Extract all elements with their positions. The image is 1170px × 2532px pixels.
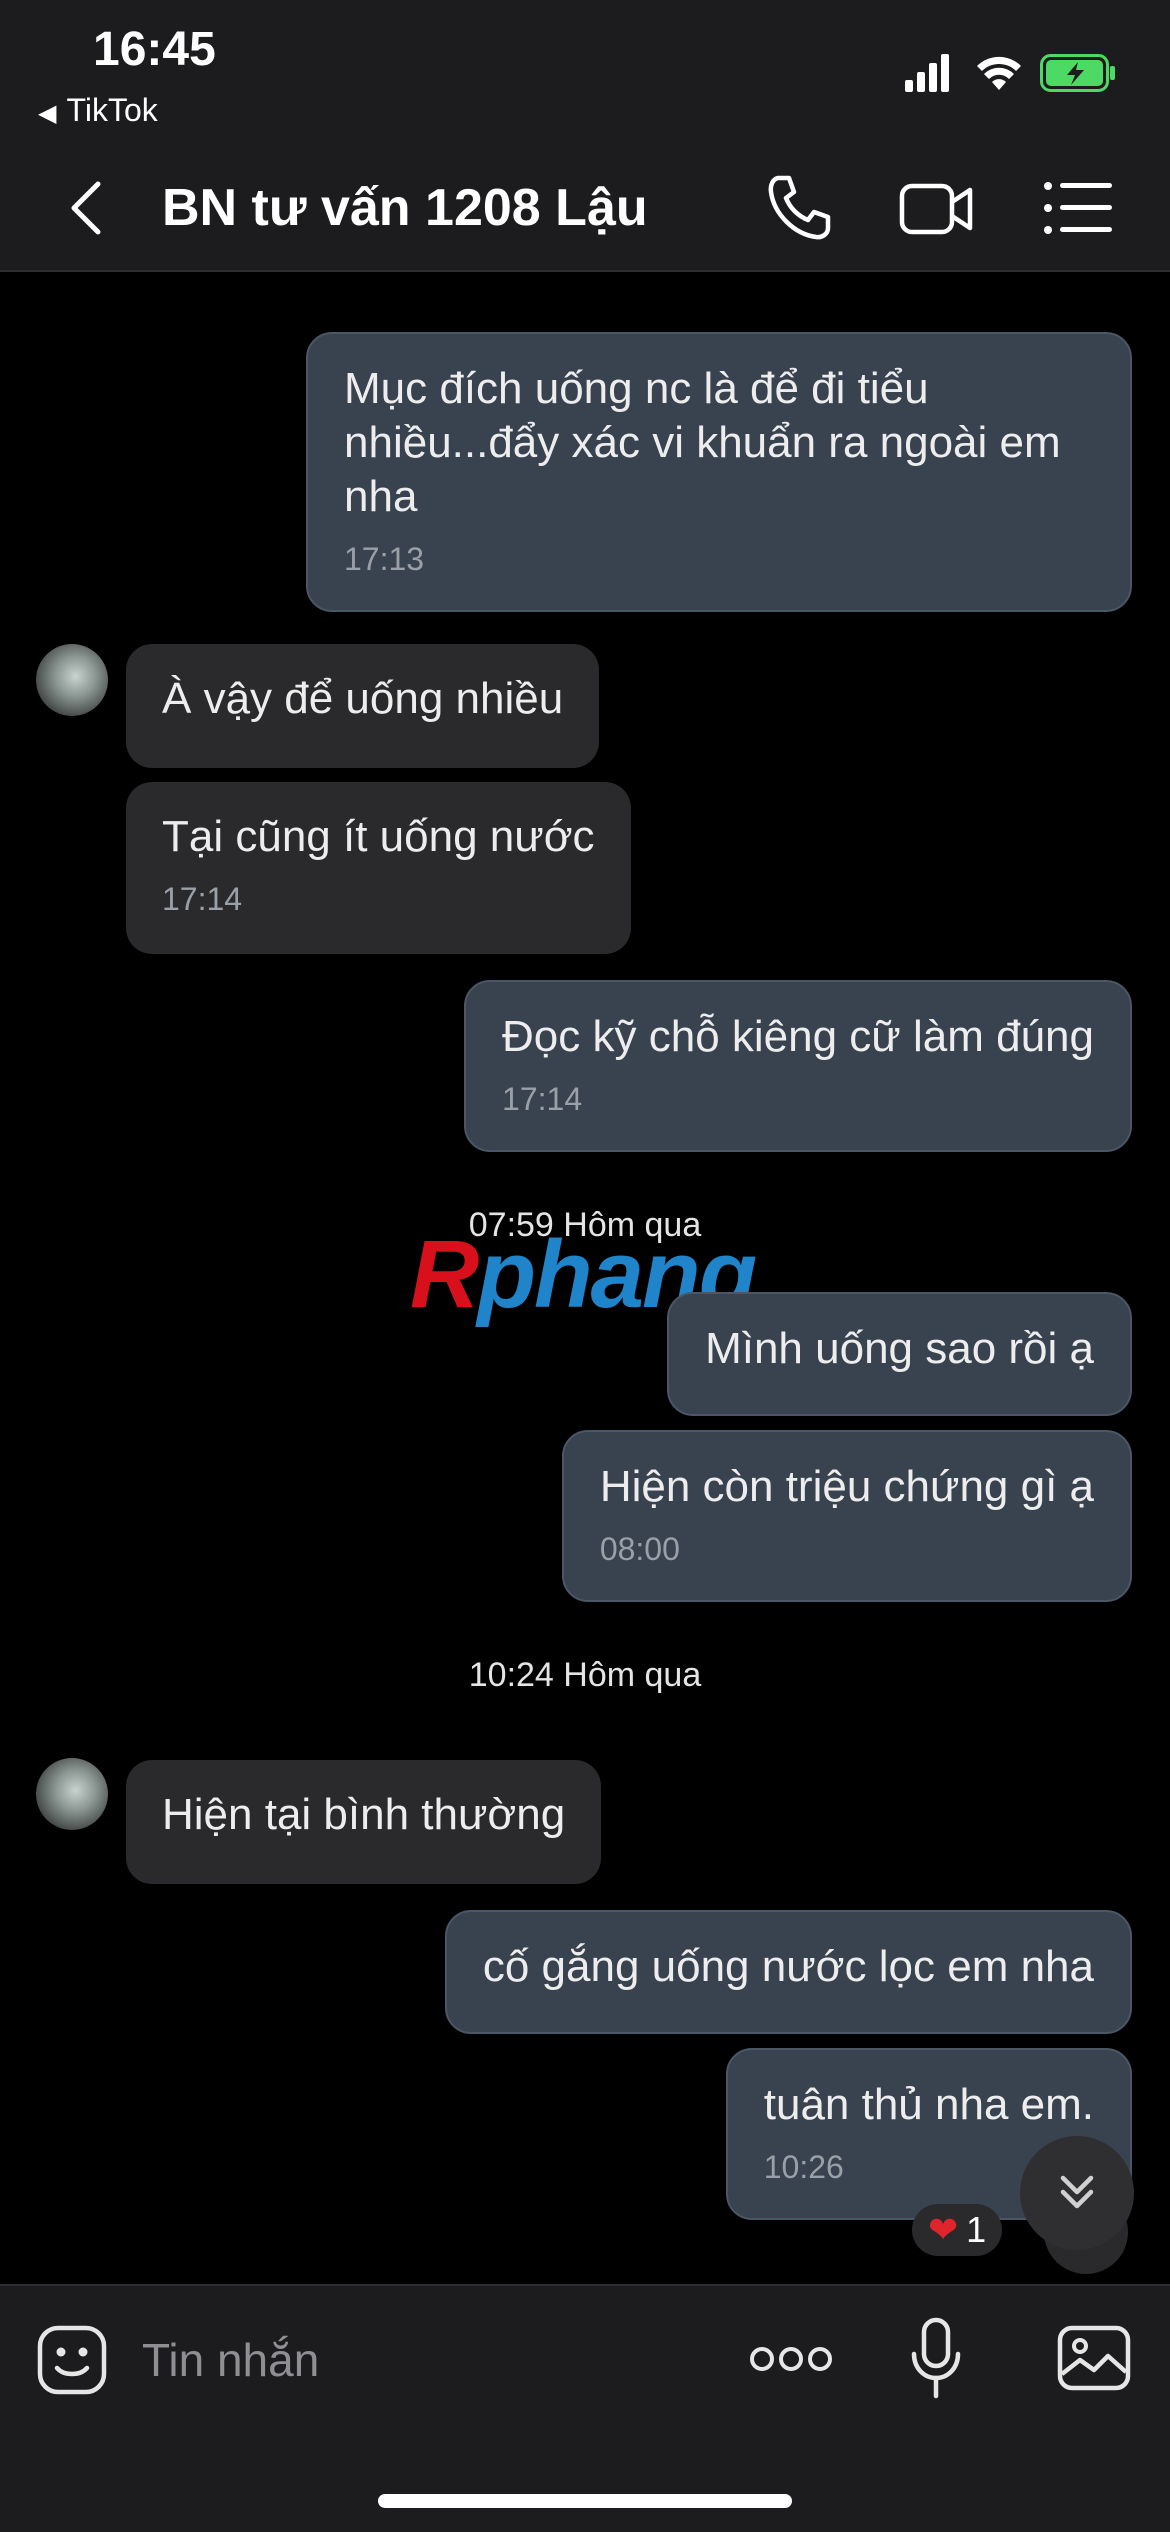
input-bar	[0, 2284, 1170, 2532]
message-bubble[interactable]: Đọc kỹ chỗ kiêng cữ làm đúng 17:14	[464, 980, 1132, 1152]
message-text: Mục đích uống nc là để đi tiểu nhiều...đ…	[344, 364, 1061, 521]
message-text: cố gắng uống nước lọc em nha	[482, 1942, 1094, 1991]
message-text: tuân thủ nha em.	[763, 2080, 1094, 2129]
message-bubble[interactable]: Tại cũng ít uống nước 17:14	[126, 782, 631, 954]
message-bubble[interactable]: Mục đích uống nc là để đi tiểu nhiều...đ…	[306, 332, 1132, 612]
top-bar: 16:45 ◀ TikTok BN tư vấn 1208 Lậu	[0, 0, 1170, 272]
message-text: Mình uống sao rồi ạ	[705, 1324, 1094, 1373]
message-text: Tại cũng ít uống nước	[162, 812, 595, 861]
back-app-label: TikTok	[66, 92, 158, 128]
message-time: 17:14	[162, 881, 243, 917]
message-text: Đọc kỹ chỗ kiêng cữ làm đúng	[502, 1012, 1094, 1061]
message-time: 17:13	[344, 541, 425, 577]
chat-title[interactable]: BN tư vấn 1208 Lậu	[162, 178, 648, 238]
message-bubble[interactable]: Mình uống sao rồi ạ	[667, 1292, 1132, 1416]
message-text: Hiện còn triệu chứng gì ạ	[599, 1462, 1094, 1511]
message-text: À vậy để uống nhiều	[162, 674, 564, 723]
wifi-icon	[977, 56, 1021, 90]
message-bubble[interactable]: À vậy để uống nhiều	[126, 644, 600, 768]
home-indicator	[378, 2494, 792, 2508]
microphone-icon[interactable]	[906, 2316, 966, 2402]
sticker-icon[interactable]	[36, 2324, 108, 2396]
status-time: 16:45	[93, 23, 216, 76]
back-to-app-link[interactable]: ◀ TikTok	[38, 92, 158, 129]
message-time: 17:14	[502, 1081, 583, 1117]
more-options-icon[interactable]	[746, 2334, 836, 2384]
signal-icon	[905, 52, 951, 92]
message-bubble[interactable]: Hiện tại bình thường	[126, 1760, 602, 1884]
double-chevron-down-icon	[1060, 2175, 1094, 2209]
date-separator: 10:24 Hôm qua	[468, 1656, 702, 1694]
phone-icon[interactable]	[762, 172, 838, 244]
heart-icon: ❤	[928, 2209, 959, 2250]
scroll-to-bottom-button[interactable]	[1020, 2136, 1134, 2250]
battery-icon	[1040, 54, 1115, 92]
reaction-badge[interactable]: ❤ 1	[912, 2204, 1003, 2256]
back-triangle-icon: ◀	[38, 100, 57, 127]
message-input[interactable]	[142, 2322, 702, 2398]
message-bubble[interactable]: cố gắng uống nước lọc em nha	[444, 1910, 1132, 2034]
message-text: Hiện tại bình thường	[162, 1790, 566, 1839]
menu-icon[interactable]	[1040, 172, 1116, 244]
message-time: 08:00	[599, 1531, 680, 1567]
reaction-count: 1	[966, 2209, 987, 2250]
message-bubble[interactable]: Hiện còn triệu chứng gì ạ 08:00	[561, 1430, 1132, 1602]
video-call-icon[interactable]	[898, 172, 974, 244]
image-gallery-icon[interactable]	[1056, 2324, 1132, 2392]
back-icon[interactable]	[62, 178, 112, 238]
contact-avatar[interactable]	[36, 644, 108, 716]
contact-avatar[interactable]	[36, 1758, 108, 1830]
